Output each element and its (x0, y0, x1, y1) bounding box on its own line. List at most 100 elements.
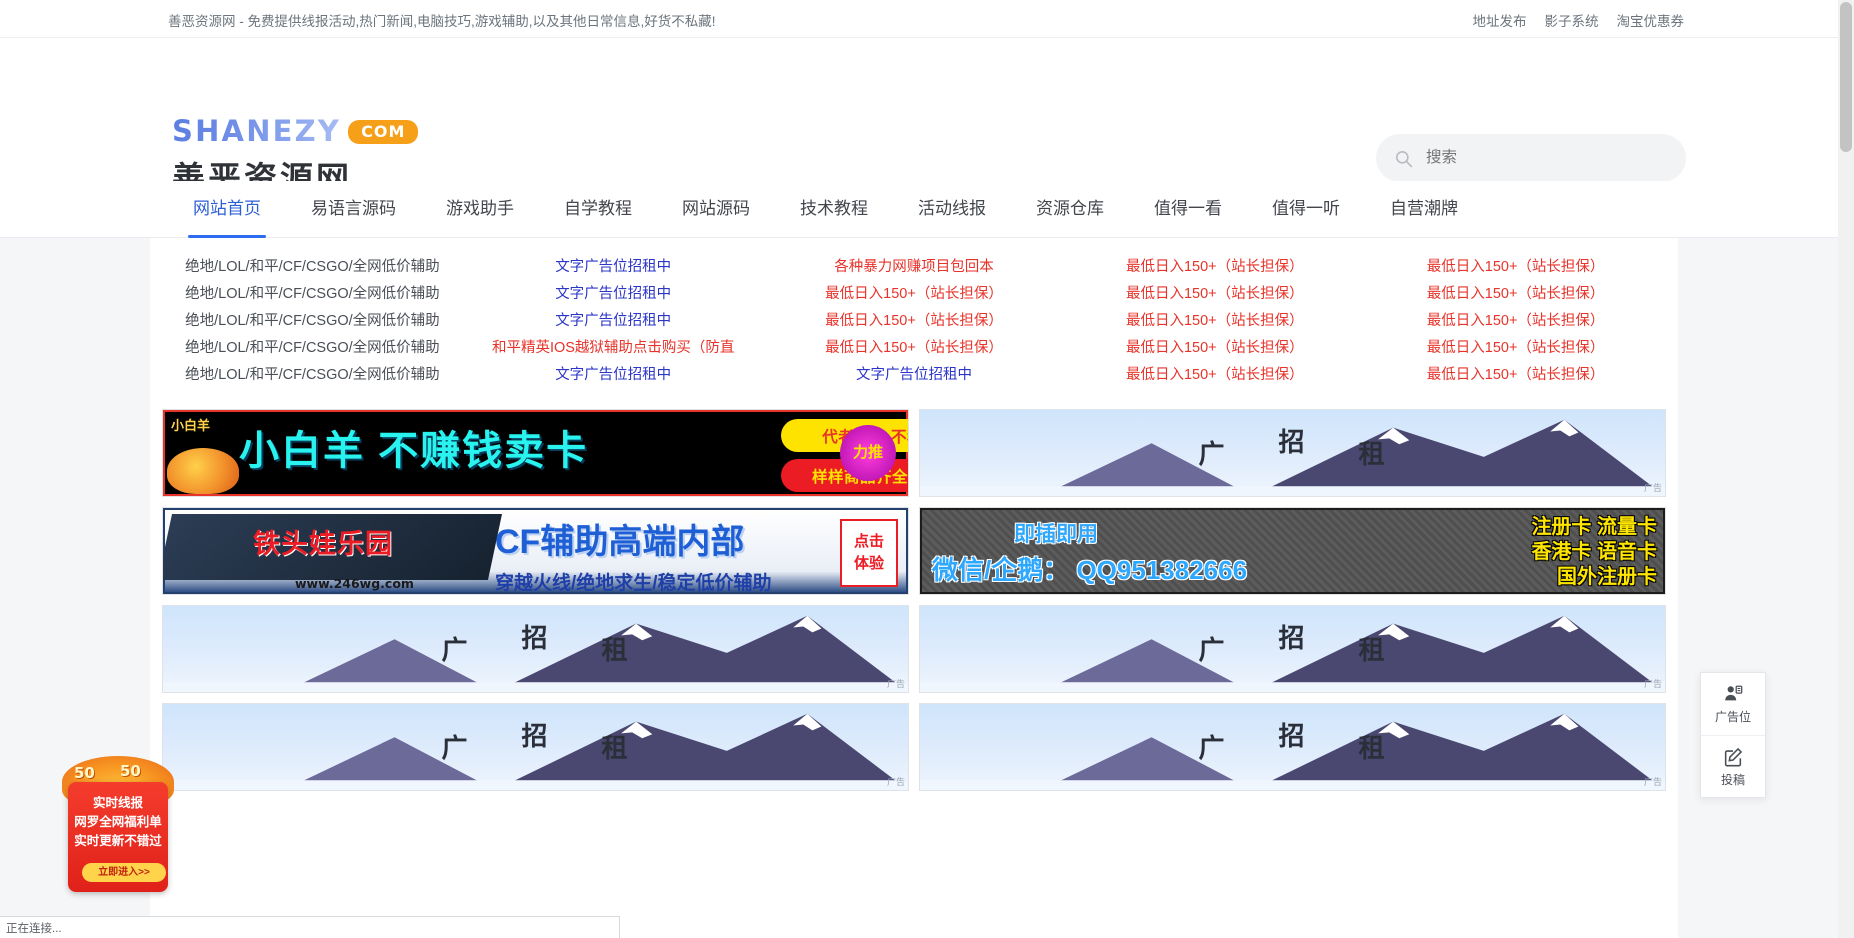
coupon-line-3: 实时更新不错过 (74, 834, 162, 848)
banner-ad-placeholder[interactable]: 广 招 租 广告 (162, 605, 909, 693)
banner-qq-body: 即插即用 微信/企鹅： QQ951382666 注册卡 流量卡 香港卡 语音卡 … (920, 508, 1665, 594)
ad-placeholder-text: 广 招 租 (920, 620, 1665, 665)
ad-placeholder-image: 广 招 租 广告 (163, 606, 908, 692)
ph-char-3: 租 (1358, 733, 1387, 763)
text-ad-link[interactable]: 文字广告位招租中 (764, 362, 1065, 389)
nav-item-game-helper[interactable]: 游戏助手 (421, 181, 539, 238)
nav-item-self-study[interactable]: 自学教程 (539, 181, 657, 238)
logo-com-badge: COM (348, 120, 419, 144)
floater-item-ad-slot[interactable]: 广告位 (1701, 673, 1765, 735)
content-container: 绝地/LOL/和平/CF/CSGO/全网低价辅助 文字广告位招租中 各种暴力网赚… (150, 238, 1678, 938)
banner-side-text: 小白羊 (171, 418, 211, 433)
top-announcement-bar: 善恶资源网 - 免费提供线报活动,热门新闻,电脑技巧,游戏辅助,以及其他日常信息… (0, 0, 1854, 37)
banner-qq-line1: 即插即用 (1014, 523, 1098, 546)
text-ad-link[interactable]: 最低日入150+（站长担保） (1064, 335, 1365, 362)
text-ad-link[interactable]: 绝地/LOL/和平/CF/CSGO/全网低价辅助 (162, 308, 463, 335)
ph-char-2: 招 (1278, 623, 1307, 653)
top-quick-links: 地址发布 影子系统 淘宝优惠券 (1473, 10, 1685, 30)
ad-placeholder-text: 广 招 租 (163, 620, 908, 665)
search-input[interactable] (1424, 148, 1668, 168)
floater-item-submit[interactable]: 投稿 (1701, 735, 1765, 797)
text-ad-link[interactable]: 最低日入150+（站长担保） (1365, 308, 1666, 335)
ad-placeholder-text: 广 招 租 (920, 424, 1665, 469)
ad-placeholder-image: 广 招 租 广告 (920, 410, 1665, 496)
ad-placeholder-text: 广 招 租 (163, 718, 908, 763)
ph-char-1: 广 (1198, 635, 1227, 665)
nav-item-worth-hearing[interactable]: 值得一听 (1247, 181, 1365, 238)
text-ad-link[interactable]: 绝地/LOL/和平/CF/CSGO/全网低价辅助 (162, 335, 463, 362)
top-link-taobao-coupon[interactable]: 淘宝优惠券 (1617, 10, 1685, 30)
banner-ad-placeholder[interactable]: 广 招 租 广告 (919, 409, 1666, 497)
nav-item-resource-warehouse[interactable]: 资源仓库 (1011, 181, 1129, 238)
text-ad-link[interactable]: 最低日入150+（站长担保） (1064, 281, 1365, 308)
nav-item-own-brand[interactable]: 自营潮牌 (1365, 181, 1483, 238)
banner-xiaobaiyang-body: 小白羊 小白羊 不赚钱卖卡 代者卖卡 不稳定 不要钱 样样商品齐全 全部低至1毛… (163, 410, 908, 496)
banner-ad-placeholder[interactable]: 广 招 租 广告 (919, 605, 1666, 693)
nav-item-activity-news[interactable]: 活动线报 (893, 181, 1011, 238)
text-ad-link[interactable]: 各种暴力网赚项目包回本 (764, 254, 1065, 281)
scrollbar-thumb[interactable] (1840, 2, 1852, 152)
text-ad-link[interactable]: 最低日入150+（站长担保） (764, 335, 1065, 362)
text-ad-grid: 绝地/LOL/和平/CF/CSGO/全网低价辅助 文字广告位招租中 各种暴力网赚… (150, 238, 1678, 403)
person-card-icon (1725, 685, 1743, 701)
ph-char-1: 广 (1198, 733, 1227, 763)
text-ad-link[interactable]: 最低日入150+（站长担保） (1064, 254, 1365, 281)
text-ad-link[interactable]: 最低日入150+（站长担保） (764, 281, 1065, 308)
text-ad-link[interactable]: 文字广告位招租中 (463, 362, 764, 389)
edit-pencil-icon (1724, 747, 1743, 766)
search-icon (1395, 150, 1413, 167)
text-ad-link[interactable]: 和平精英IOS越狱辅助点击购买（防直 (463, 335, 764, 362)
main-navigation: 网站首页 易语言源码 游戏助手 自学教程 网站源码 技术教程 活动线报 资源仓库… (0, 181, 1854, 238)
nav-item-home[interactable]: 网站首页 (168, 181, 286, 238)
banner-qq-line2: 微信/企鹅： QQ951382666 (932, 555, 1248, 585)
text-ad-link[interactable]: 文字广告位招租中 (463, 281, 764, 308)
nav-items-container: 网站首页 易语言源码 游戏助手 自学教程 网站源码 技术教程 活动线报 资源仓库… (168, 181, 1483, 238)
floater-label-ad-slot: 广告位 (1714, 710, 1751, 724)
text-ad-link[interactable]: 最低日入150+（站长担保） (1365, 281, 1666, 308)
ph-char-1: 广 (441, 733, 470, 763)
text-ad-link[interactable]: 最低日入150+（站长担保） (1064, 308, 1365, 335)
text-ad-link[interactable]: 绝地/LOL/和平/CF/CSGO/全网低价辅助 (162, 254, 463, 281)
text-ad-link[interactable]: 绝地/LOL/和平/CF/CSGO/全网低价辅助 (162, 362, 463, 389)
top-link-address[interactable]: 地址发布 (1473, 10, 1527, 30)
ad-placeholder-image: 广 招 租 广告 (920, 606, 1665, 692)
banner-ad-placeholder[interactable]: 广 招 租 广告 (162, 703, 909, 791)
text-ad-link[interactable]: 最低日入150+（站长担保） (1365, 362, 1666, 389)
ad-corner-label: 广告 (1643, 679, 1662, 689)
search-box[interactable] (1376, 134, 1686, 182)
text-ad-link[interactable]: 文字广告位招租中 (463, 254, 764, 281)
ph-char-3: 租 (1358, 439, 1387, 469)
ph-char-1: 广 (1198, 439, 1227, 469)
coupon-enter-button[interactable]: 立即进入>> (82, 863, 166, 882)
ad-placeholder-image: 广 招 租 广告 (163, 704, 908, 790)
page-scrollbar[interactable] (1838, 0, 1854, 938)
coupon-card: 实时线报 网罗全网福利单 实时更新不错过 立即进入>> (68, 782, 168, 892)
ad-placeholder-text: 广 招 租 (920, 718, 1665, 763)
qq-right-line-3: 国外注册卡 (1557, 566, 1657, 588)
text-ad-link[interactable]: 最低日入150+（站长担保） (1365, 254, 1666, 281)
ad-corner-label: 广告 (1643, 777, 1662, 787)
text-ad-link[interactable]: 最低日入150+（站长担保） (1064, 362, 1365, 389)
banner-qq-right-text: 注册卡 流量卡 香港卡 语音卡 国外注册卡 (1531, 515, 1657, 590)
nav-item-worth-seeing[interactable]: 值得一看 (1129, 181, 1247, 238)
banner-ad-placeholder[interactable]: 广 招 租 广告 (919, 703, 1666, 791)
ad-placeholder-image: 广 招 租 广告 (920, 704, 1665, 790)
banner-cf-body: 铁头娃乐园 www.246wg.com CF辅助高端内部 穿越火线/绝地求生/稳… (163, 508, 908, 594)
banner-ad-qq-cards[interactable]: 即插即用 微信/企鹅： QQ951382666 注册卡 流量卡 香港卡 语音卡 … (919, 507, 1666, 595)
text-ad-link[interactable]: 最低日入150+（站长担保） (764, 308, 1065, 335)
banner-stamp-button[interactable]: 点击 体验 (840, 519, 898, 587)
text-ad-link[interactable]: 最低日入150+（站长担保） (1365, 335, 1666, 362)
nav-item-eyuyan[interactable]: 易语言源码 (286, 181, 421, 238)
text-ad-link[interactable]: 文字广告位招租中 (463, 308, 764, 335)
floating-coupon-widget[interactable]: 50 50 实时线报 网罗全网福利单 实时更新不错过 立即进入>> (62, 756, 174, 906)
nav-item-tech-tutorial[interactable]: 技术教程 (775, 181, 893, 238)
coupon-line-2: 网罗全网福利单 (74, 815, 162, 829)
ph-char-3: 租 (601, 635, 630, 665)
banner-ad-xiaobaiyang[interactable]: 小白羊 小白羊 不赚钱卖卡 代者卖卡 不稳定 不要钱 样样商品齐全 全部低至1毛… (162, 409, 909, 497)
top-link-shadow-system[interactable]: 影子系统 (1545, 10, 1599, 30)
banner-ad-cf-helper[interactable]: 铁头娃乐园 www.246wg.com CF辅助高端内部 穿越火线/绝地求生/稳… (162, 507, 909, 595)
nav-item-site-source[interactable]: 网站源码 (657, 181, 775, 238)
text-ad-link[interactable]: 绝地/LOL/和平/CF/CSGO/全网低价辅助 (162, 281, 463, 308)
banner-row: 铁头娃乐园 www.246wg.com CF辅助高端内部 穿越火线/绝地求生/稳… (162, 507, 1666, 595)
banner-row: 小白羊 小白羊 不赚钱卖卡 代者卖卡 不稳定 不要钱 样样商品齐全 全部低至1毛… (162, 409, 1666, 497)
